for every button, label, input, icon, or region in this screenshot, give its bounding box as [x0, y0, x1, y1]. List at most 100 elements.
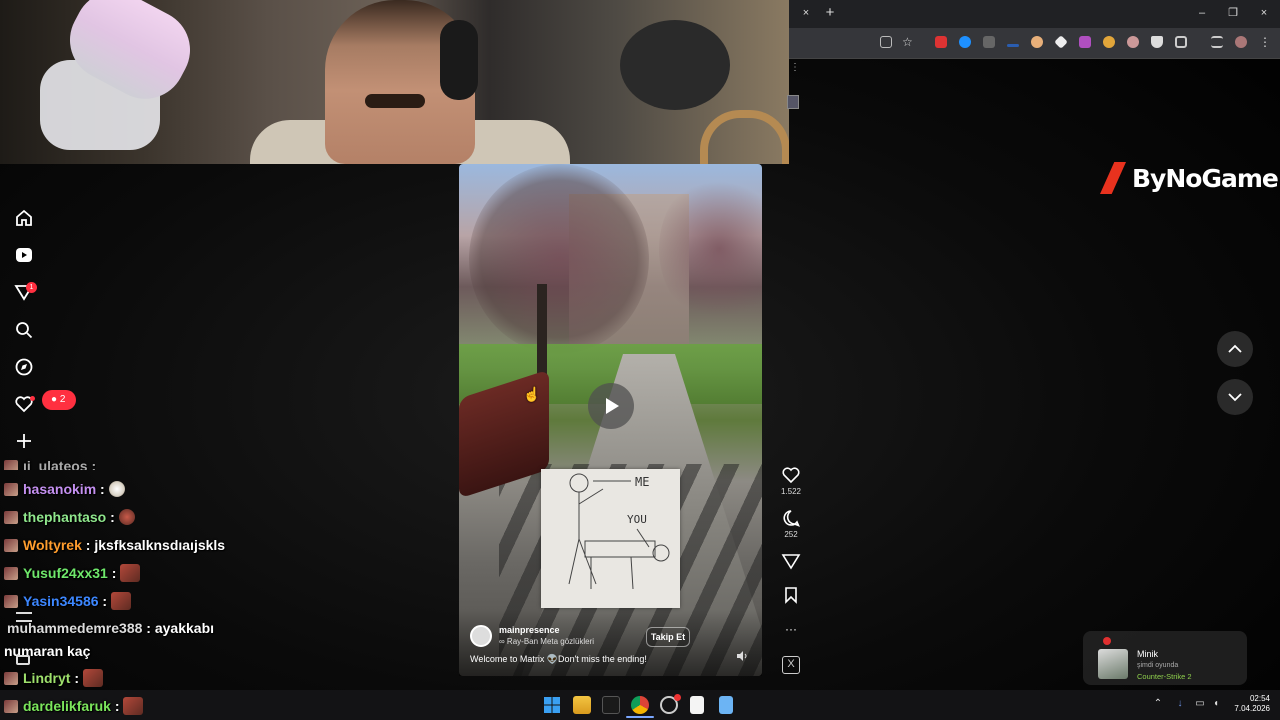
- profile-avatar[interactable]: [1235, 36, 1247, 48]
- reels-icon[interactable]: [14, 245, 34, 265]
- chat-separator: :: [106, 509, 119, 525]
- extension-icon-face[interactable]: [1031, 36, 1043, 48]
- chat-username: Woltyrek: [23, 537, 82, 553]
- chat-username: dardelikfaruk: [23, 698, 111, 714]
- shield-icon[interactable]: [1151, 36, 1163, 48]
- speaker-icon[interactable]: [736, 650, 748, 662]
- extension-icon-cat[interactable]: [1127, 36, 1139, 48]
- chat-message: Woltyrek : jksfksalknsdıaıjskls: [4, 537, 225, 553]
- friend-name: Minik: [1137, 649, 1159, 659]
- maximize-button[interactable]: ❐: [1226, 6, 1240, 20]
- creator-avatar[interactable]: [470, 625, 492, 647]
- extension-icon-orange[interactable]: [1103, 36, 1115, 48]
- drawing-label-me: ME: [635, 475, 650, 489]
- mouse-cursor-icon: ☝: [523, 386, 541, 402]
- minimize-button[interactable]: –: [1195, 6, 1209, 20]
- notepad-icon[interactable]: [719, 696, 733, 714]
- previous-reel-button[interactable]: [1217, 331, 1253, 367]
- chat-emote: [110, 592, 131, 610]
- also-from-meta-icon[interactable]: [16, 655, 30, 665]
- chat-emote: [108, 481, 125, 497]
- chat-separator: :: [96, 481, 109, 497]
- friend-status: şimdi oyunda: [1137, 662, 1179, 669]
- browser-menu-icon[interactable]: ⋮: [1259, 36, 1271, 48]
- share-send-icon[interactable]: [781, 551, 801, 571]
- chat-text: ayakkabı: [154, 620, 215, 636]
- new-tab-icon[interactable]: +: [822, 5, 838, 21]
- active-app-indicator: [626, 716, 654, 718]
- volume-icon[interactable]: ◖: [1210, 698, 1222, 710]
- file-explorer-icon[interactable]: [573, 696, 591, 714]
- adblock-extension-icon[interactable]: [935, 36, 947, 48]
- comment-icon[interactable]: [781, 508, 801, 528]
- page-thumbnail-icon[interactable]: [787, 95, 799, 109]
- chat-emote: [120, 564, 141, 582]
- chat-text: jksfksalknsdıaıjskls: [94, 537, 226, 553]
- extension-icon-bar[interactable]: [1007, 44, 1019, 47]
- user-badge: [4, 595, 18, 608]
- chat-username: muhammedemre388: [7, 620, 143, 636]
- clock-time: 02:54: [1249, 694, 1270, 703]
- taskbar-clock[interactable]: 02:54 7.04.2026: [1230, 694, 1270, 714]
- home-icon[interactable]: [14, 208, 34, 228]
- explore-compass-icon[interactable]: [14, 357, 34, 377]
- follower-activity-count: 2: [59, 394, 66, 405]
- chat-username: hasanokim: [23, 481, 97, 497]
- extensions-puzzle-icon[interactable]: [1175, 36, 1187, 48]
- window-close-button[interactable]: ×: [1257, 6, 1271, 20]
- video-tree: [469, 164, 649, 354]
- tray-app-icon[interactable]: ↓: [1174, 698, 1186, 710]
- play-button[interactable]: [588, 383, 634, 429]
- next-reel-button[interactable]: [1217, 379, 1253, 415]
- bookmarks-overflow-icon[interactable]: ⋮: [790, 62, 800, 73]
- extension-icon-blue[interactable]: [959, 36, 971, 48]
- display-icon[interactable]: ▭: [1194, 698, 1206, 710]
- chrome-icon[interactable]: [631, 696, 649, 714]
- chat-username: Yusuf24xx31: [23, 565, 108, 581]
- chat-message: Lindryt :: [4, 669, 103, 687]
- extension-icon-grey[interactable]: [983, 36, 995, 48]
- reading-list-icon[interactable]: [1211, 36, 1223, 48]
- tray-overflow-icon[interactable]: ⌃: [1152, 698, 1164, 710]
- like-count: 1.522: [780, 487, 802, 496]
- follow-button[interactable]: Takip Et: [646, 627, 690, 647]
- tab-close-icon[interactable]: ×: [799, 6, 813, 20]
- webcam-person-mustache: [365, 94, 425, 108]
- create-plus-icon[interactable]: [14, 431, 34, 451]
- toolbar-divider: [789, 58, 1280, 59]
- creator-username[interactable]: mainpresence: [499, 625, 560, 635]
- save-bookmark-icon[interactable]: [781, 585, 801, 605]
- bookmark-star-icon[interactable]: ☆: [902, 36, 914, 48]
- webcam-headphones: [440, 20, 478, 100]
- user-badge: [4, 460, 18, 470]
- user-badge: [4, 700, 18, 713]
- chevron-up-icon: [1228, 344, 1242, 353]
- chat-emote: [82, 669, 103, 687]
- more-options-icon[interactable]: ···: [776, 622, 806, 636]
- comment-count: 252: [784, 530, 798, 539]
- audio-original-icon[interactable]: X: [782, 656, 800, 674]
- follower-activity-badge[interactable]: ● 2: [42, 390, 76, 410]
- chat-separator: :: [81, 537, 95, 553]
- like-heart-icon[interactable]: [781, 465, 801, 485]
- chat-username: thephantaso: [23, 509, 107, 525]
- windows-start-icon[interactable]: [543, 696, 561, 714]
- install-app-icon[interactable]: [880, 36, 892, 48]
- chat-message: hasanokim :: [4, 481, 125, 497]
- creator-subtitle[interactable]: ∞ Ray-Ban Meta gözlükleri: [499, 637, 594, 646]
- friend-avatar: [1098, 649, 1128, 679]
- more-menu-icon[interactable]: [16, 612, 32, 622]
- video-drawing-paper: ME YOU: [541, 469, 680, 608]
- webcam-overlay: [0, 0, 789, 164]
- stick-figure-drawing: [568, 473, 670, 590]
- document-icon[interactable]: [690, 696, 704, 714]
- extension-icon-purple[interactable]: [1079, 36, 1091, 48]
- person-icon: ●: [51, 394, 58, 405]
- drawing-label-you: YOU: [627, 513, 647, 526]
- search-icon[interactable]: [14, 320, 34, 340]
- terminal-icon[interactable]: [602, 696, 620, 714]
- chat-message: Yasin34586 :: [4, 592, 131, 610]
- chat-message: muhammedemre388 : ayakkabı: [7, 620, 214, 636]
- video-tree-trunk: [537, 284, 547, 384]
- notification-badge: 1: [26, 282, 37, 293]
